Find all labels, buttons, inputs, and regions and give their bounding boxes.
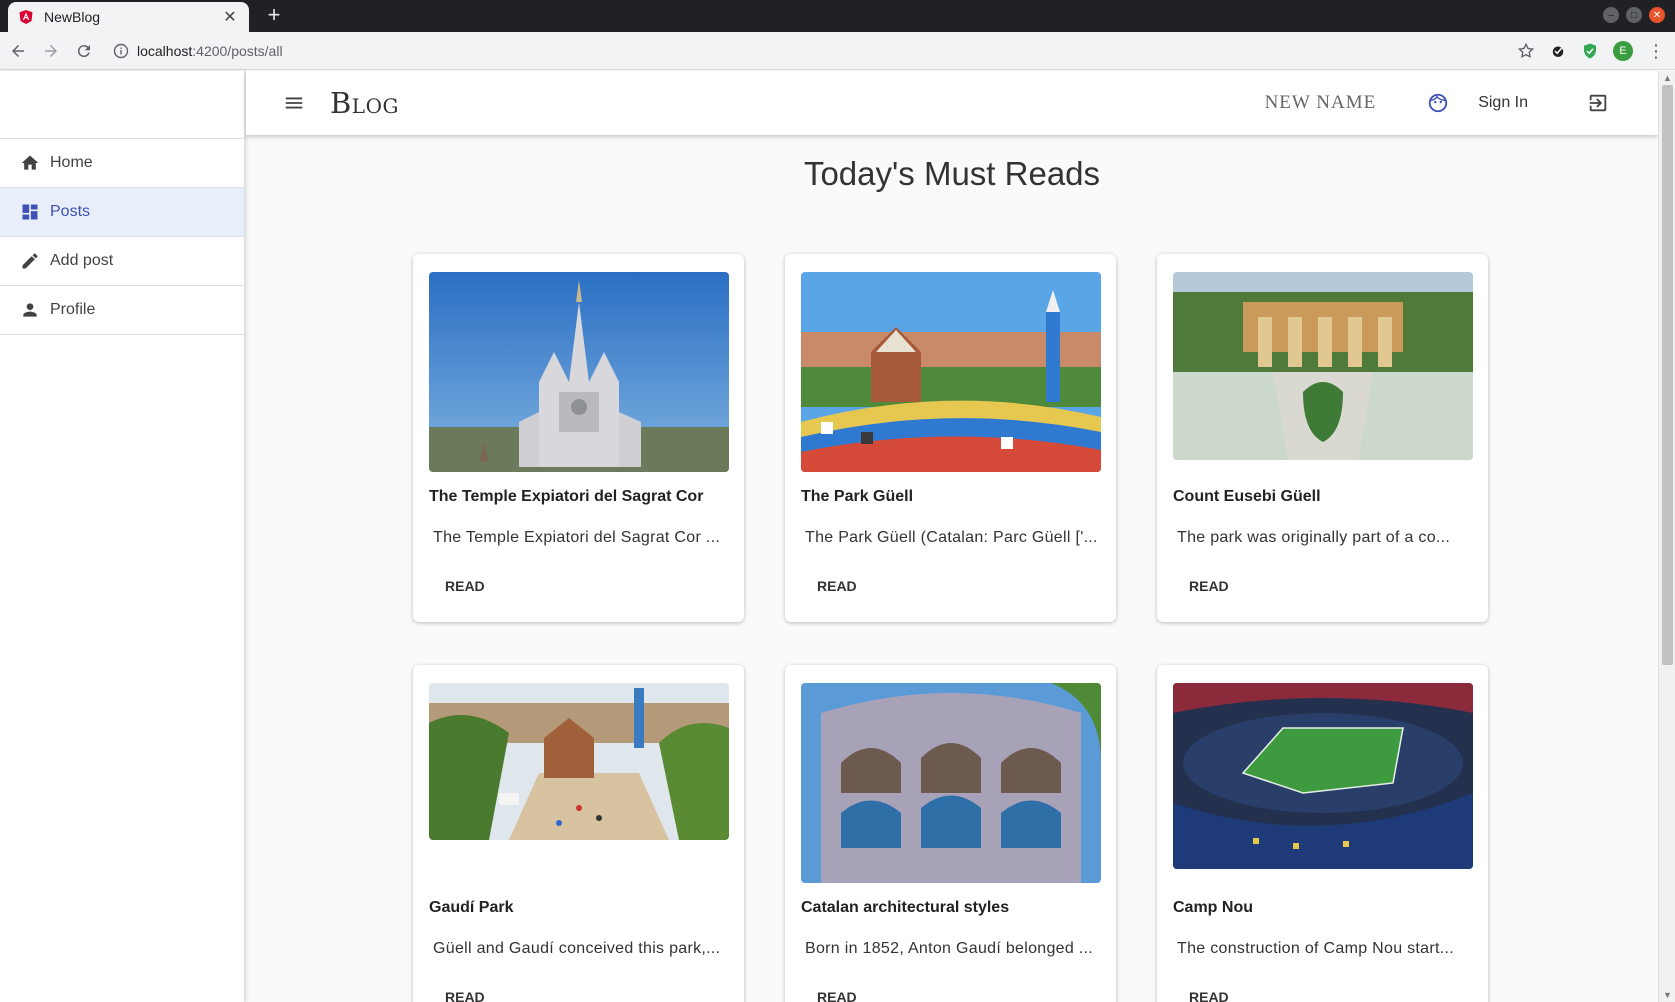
url-path: :4200/posts/all bbox=[192, 42, 283, 59]
window-controls: – □ ✕ bbox=[1603, 7, 1665, 23]
sign-in-link[interactable]: Sign In bbox=[1478, 94, 1528, 112]
post-image-catalan-architecture bbox=[801, 683, 1101, 883]
post-excerpt: Güell and Gaudí conceived this park,... bbox=[433, 940, 721, 957]
post-card: Camp Nou The construction of Camp Nou st… bbox=[1157, 665, 1488, 1002]
sidebar-item-label: Home bbox=[50, 154, 93, 171]
sidebar-item-label: Add post bbox=[50, 252, 114, 269]
post-title: Catalan architectural styles bbox=[801, 899, 1010, 916]
post-image-temple bbox=[429, 272, 729, 472]
scroll-thumb[interactable] bbox=[1662, 85, 1673, 665]
sidebar-header bbox=[0, 71, 244, 139]
angular-favicon-icon bbox=[18, 9, 34, 25]
back-icon[interactable] bbox=[3, 36, 33, 66]
sidebar: Home Posts Add post Profile bbox=[0, 71, 245, 1002]
post-excerpt: Born in 1852, Anton Gaudí belonged ... bbox=[805, 940, 1094, 957]
post-image-camp-nou bbox=[1173, 683, 1473, 869]
sidebar-item-profile[interactable]: Profile bbox=[0, 286, 244, 335]
post-title: Count Eusebi Güell bbox=[1173, 488, 1321, 505]
browser-menu-icon[interactable]: ⋮ bbox=[1647, 42, 1665, 60]
site-info-icon[interactable] bbox=[113, 43, 129, 59]
browser-tabstrip: NewBlog ✕ + – □ ✕ bbox=[0, 0, 1675, 32]
tab-close-icon[interactable]: ✕ bbox=[221, 7, 239, 27]
read-button[interactable]: READ bbox=[429, 574, 501, 598]
user-name-link[interactable]: NEW NAME bbox=[1265, 92, 1377, 114]
post-card: Gaudí Park Güell and Gaudí conceived thi… bbox=[413, 665, 744, 1002]
bookmark-star-icon[interactable] bbox=[1517, 42, 1535, 60]
browser-toolbar: localhost:4200/posts/all E ⋮ bbox=[0, 32, 1675, 70]
read-button[interactable]: READ bbox=[801, 574, 873, 598]
scroll-up-icon[interactable]: ▲ bbox=[1662, 73, 1673, 83]
extension-icon[interactable] bbox=[1549, 42, 1567, 60]
address-bar[interactable]: localhost:4200/posts/all bbox=[137, 43, 283, 59]
post-card: The Park Güell The Park Güell (Catalan: … bbox=[785, 254, 1116, 622]
sidebar-item-label: Profile bbox=[50, 301, 96, 318]
read-button[interactable]: READ bbox=[801, 985, 873, 1002]
page-scrollbar[interactable]: ▲ ▼ bbox=[1658, 71, 1675, 1002]
post-excerpt: The Park Güell (Catalan: Parc Güell ['..… bbox=[805, 529, 1098, 546]
edit-icon bbox=[20, 251, 40, 271]
read-button[interactable]: READ bbox=[429, 985, 501, 1002]
exit-icon[interactable] bbox=[1586, 91, 1610, 115]
read-button[interactable]: READ bbox=[1173, 574, 1245, 598]
profile-avatar[interactable]: E bbox=[1613, 41, 1633, 61]
forward-icon[interactable] bbox=[36, 36, 66, 66]
brand-logo[interactable]: Blog bbox=[330, 86, 399, 120]
person-icon bbox=[20, 300, 40, 320]
post-title: Camp Nou bbox=[1173, 899, 1253, 916]
post-image-gaudi-park bbox=[429, 683, 729, 840]
sidebar-item-posts[interactable]: Posts bbox=[0, 188, 244, 237]
post-image-count-guell bbox=[1173, 272, 1473, 460]
scroll-down-icon[interactable]: ▼ bbox=[1662, 990, 1673, 1000]
post-title: The Park Güell bbox=[801, 488, 914, 505]
post-title: Gaudí Park bbox=[429, 899, 514, 916]
app-toolbar: Blog NEW NAME Sign In bbox=[246, 71, 1658, 135]
page-title: Today's Must Reads bbox=[803, 155, 1101, 192]
url-host: localhost bbox=[137, 42, 193, 59]
maximize-icon[interactable]: □ bbox=[1626, 7, 1642, 23]
post-card: Catalan architectural styles Born in 185… bbox=[785, 665, 1116, 1002]
post-excerpt: The construction of Camp Nou start... bbox=[1177, 940, 1454, 957]
dashboard-icon bbox=[20, 202, 40, 222]
home-icon bbox=[20, 153, 40, 173]
shield-extension-icon[interactable] bbox=[1581, 42, 1599, 60]
browser-tab[interactable]: NewBlog ✕ bbox=[8, 2, 249, 32]
face-icon[interactable] bbox=[1426, 91, 1450, 115]
tab-title: NewBlog bbox=[44, 9, 101, 25]
sidebar-item-add-post[interactable]: Add post bbox=[0, 237, 244, 286]
post-excerpt: The Temple Expiatori del Sagrat Cor ... bbox=[433, 529, 721, 546]
main-content: Today's Must Reads The Temple Expiatori … bbox=[246, 135, 1658, 1002]
new-tab-icon[interactable]: + bbox=[262, 4, 286, 28]
post-card: Count Eusebi Güell The park was original… bbox=[1157, 254, 1488, 622]
sidebar-item-home[interactable]: Home bbox=[0, 139, 244, 188]
menu-icon[interactable] bbox=[282, 91, 306, 115]
reload-icon[interactable] bbox=[69, 36, 99, 66]
minimize-icon[interactable]: – bbox=[1603, 7, 1619, 23]
close-window-icon[interactable]: ✕ bbox=[1649, 7, 1665, 23]
post-excerpt: The park was originally part of a co... bbox=[1177, 529, 1451, 546]
post-card: The Temple Expiatori del Sagrat Cor The … bbox=[413, 254, 744, 622]
sidebar-item-label: Posts bbox=[50, 203, 91, 220]
read-button[interactable]: READ bbox=[1173, 985, 1245, 1002]
post-title: The Temple Expiatori del Sagrat Cor bbox=[429, 488, 704, 505]
post-image-park-guell bbox=[801, 272, 1101, 472]
